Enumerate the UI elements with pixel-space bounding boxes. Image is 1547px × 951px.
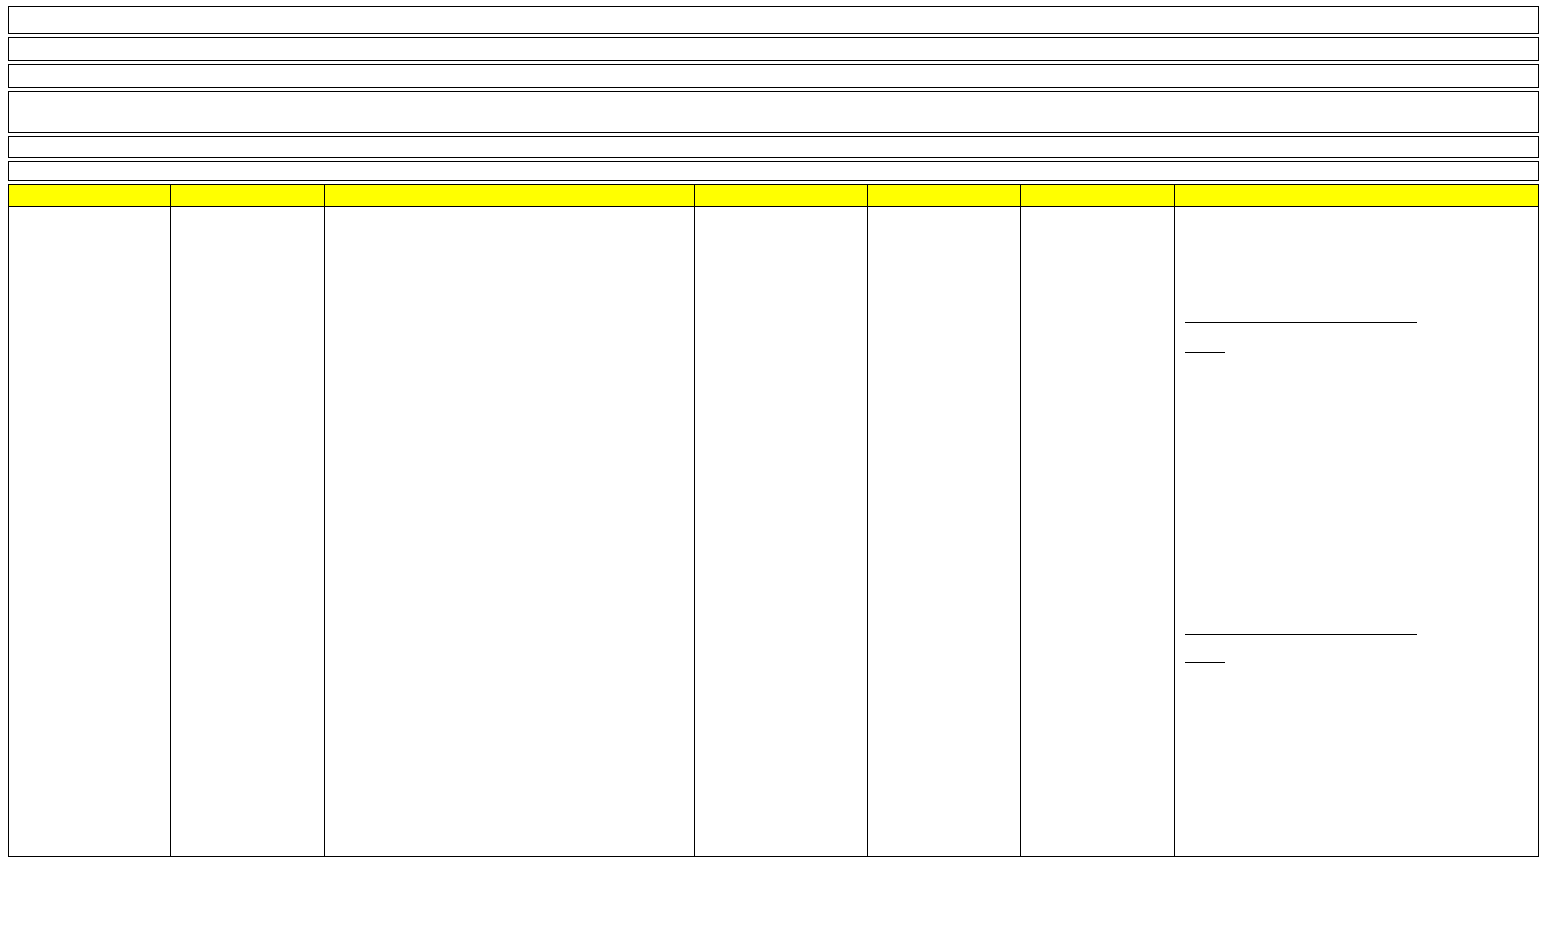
table-header-5 — [868, 185, 1021, 207]
header-row-1 — [8, 6, 1539, 34]
table-cell-2 — [171, 207, 325, 857]
table-cell-3 — [325, 207, 695, 857]
underline-2-long — [1185, 634, 1417, 635]
table-cell-5 — [868, 207, 1021, 857]
underline-2-short — [1185, 662, 1225, 663]
table-cell-1 — [9, 207, 171, 857]
header-row-5 — [8, 136, 1539, 158]
underline-1-long — [1185, 322, 1417, 323]
table-cell-4 — [695, 207, 868, 857]
table-header-6 — [1021, 185, 1175, 207]
underline-1-short — [1185, 352, 1225, 353]
header-row-3 — [8, 64, 1539, 88]
table-header-4 — [695, 185, 868, 207]
table-header-row — [9, 185, 1539, 207]
main-table — [8, 184, 1539, 857]
header-row-6 — [8, 161, 1539, 181]
cell-7-inner — [1175, 207, 1538, 856]
document-page — [0, 0, 1547, 951]
table-row — [9, 207, 1539, 857]
header-row-4 — [8, 91, 1539, 133]
table-cell-6 — [1021, 207, 1175, 857]
table-header-7 — [1175, 185, 1539, 207]
table-header-3 — [325, 185, 695, 207]
table-cell-7 — [1175, 207, 1539, 857]
table-header-2 — [171, 185, 325, 207]
table-header-1 — [9, 185, 171, 207]
header-row-2 — [8, 37, 1539, 61]
